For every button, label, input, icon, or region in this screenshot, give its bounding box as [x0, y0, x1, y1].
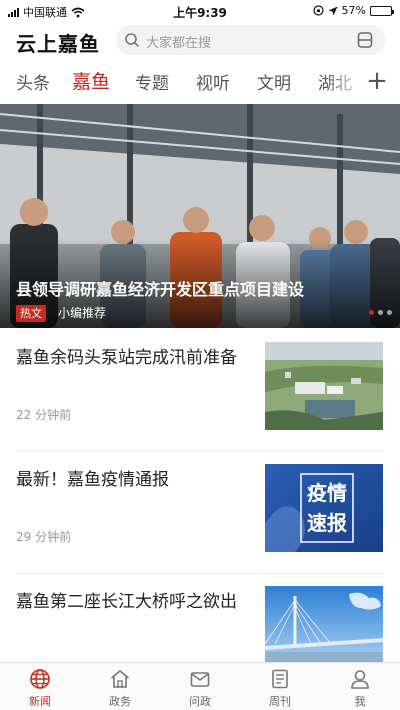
nav-inquiry[interactable]: 问政 [160, 663, 240, 710]
nav-government[interactable]: 政务 [80, 663, 160, 710]
nav-label: 我 [354, 695, 366, 708]
battery-icon [370, 5, 394, 16]
nav-label: 新闻 [29, 695, 51, 708]
nav-weekly[interactable]: 周刊 [240, 663, 320, 710]
news-title: 嘉鱼余码头泵站完成汛前准备 [16, 348, 237, 368]
nav-me[interactable]: 我 [320, 663, 400, 710]
channel-tabs: 头条 嘉鱼 专题 视听 文明 湖北 + [0, 62, 400, 102]
carousel-dot [378, 310, 383, 315]
tab-headlines[interactable]: 头条 [16, 69, 50, 94]
search-input[interactable]: 大家都在搜 [116, 25, 386, 55]
tab-audiovisual[interactable]: 视听 [196, 69, 230, 94]
thumb-text-bulletin: 速报 [307, 511, 347, 535]
search-icon [125, 33, 139, 47]
home-icon [110, 670, 130, 688]
tabs-fade [326, 62, 366, 102]
tab-topics[interactable]: 专题 [135, 69, 169, 94]
news-title: 最新！嘉鱼疫情通报 [16, 470, 169, 490]
battery-percent: 57% [341, 4, 366, 17]
person-icon [351, 670, 369, 689]
carousel-dot [369, 310, 374, 315]
tab-jiayu[interactable]: 嘉鱼 [72, 67, 110, 94]
nav-news[interactable]: 新闻 [0, 663, 80, 710]
carousel-indicator [369, 310, 392, 315]
scan-icon[interactable] [356, 31, 374, 49]
news-time: 22 分钟前 [16, 408, 72, 422]
app-header: 云上嘉鱼 大家都在搜 [0, 22, 400, 60]
bottom-tab-bar: 新闻 政务 问政 周刊 我 [0, 662, 400, 710]
news-thumbnail [265, 342, 383, 430]
status-right: 57% [312, 4, 394, 17]
tab-civilization[interactable]: 文明 [257, 69, 291, 94]
orientation-lock-icon [312, 5, 324, 16]
hero-title: 县领导调研嘉鱼经济开发区重点项目建设 [16, 280, 305, 299]
news-item[interactable]: 嘉鱼余码头泵站完成汛前准备 22 分钟前 [0, 330, 400, 452]
mail-icon [190, 672, 210, 687]
add-channel-button[interactable]: + [364, 66, 390, 96]
app-title: 云上嘉鱼 [16, 32, 100, 56]
nav-label: 周刊 [269, 695, 291, 708]
nav-label: 问政 [189, 695, 211, 708]
hero-tag-badge: 热文 [16, 305, 46, 322]
news-item[interactable]: 最新！嘉鱼疫情通报 29 分钟前 疫情 速报 [0, 452, 400, 574]
nav-label: 政务 [109, 695, 131, 708]
status-bar: 中国联通 上午9:39 57% [0, 0, 400, 22]
carousel-dot [387, 310, 392, 315]
hero-source: 小编推荐 [58, 306, 107, 320]
news-thumbnail: 疫情 速报 [265, 464, 383, 552]
globe-icon [30, 669, 50, 689]
location-icon [328, 6, 338, 15]
hero-banner[interactable]: 县领导调研嘉鱼经济开发区重点项目建设 热文 小编推荐 [0, 104, 400, 328]
journal-icon [272, 669, 288, 689]
thumb-text-epidemic: 疫情 [307, 481, 347, 505]
search-placeholder: 大家都在搜 [146, 36, 212, 51]
news-thumbnail [265, 586, 383, 674]
news-title: 嘉鱼第二座长江大桥呼之欲出 [16, 592, 237, 612]
news-time: 29 分钟前 [16, 530, 72, 544]
